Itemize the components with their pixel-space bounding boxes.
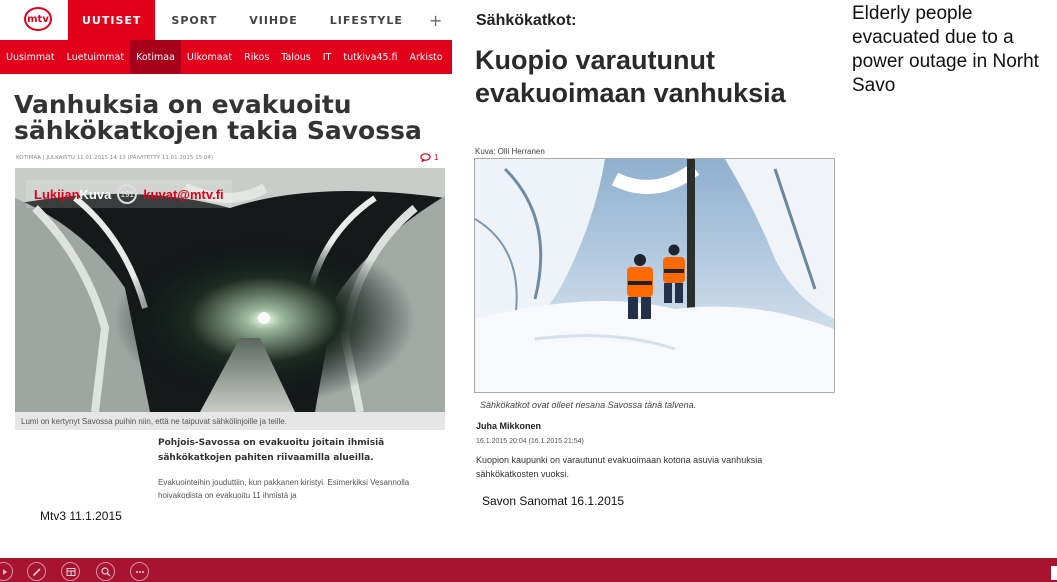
subnav-talous[interactable]: Talous	[275, 40, 316, 74]
comment-count: 1	[434, 153, 439, 162]
ss-article-headline: Kuopio varautunut evakuoimaan vanhuksia	[475, 45, 786, 108]
mtv-sub-nav: Uusimmat Luetuimmat Kotimaa Ulkomaat Rik…	[0, 40, 452, 74]
subnav-more[interactable]: Mi	[449, 40, 452, 74]
subnav-tutkiva45[interactable]: tutkiva45.fi	[337, 40, 403, 74]
reader-photo-watermark: LukijanKuva 191 kuvat@mtv.fi	[26, 180, 232, 208]
english-annotation: Elderly people evacuated due to a power …	[852, 3, 1039, 96]
more-button[interactable]	[130, 562, 149, 581]
ss-article-body: Kuopion kaupunki on varautunut evakuoima…	[476, 455, 763, 479]
comments-link[interactable]: 1	[420, 153, 438, 162]
mtv-article-lead: Pohjois-Savossa on evakuoitu joitain ihm…	[158, 438, 385, 463]
mtv-article-body: Evakuointeihin jouduttiin, kun pakkanen …	[158, 478, 410, 500]
subnav-kotimaa[interactable]: Kotimaa	[130, 40, 181, 74]
slides-icon	[66, 567, 75, 576]
mtv-tabs: UUTISET SPORT VIIHDE LIFESTYLE +	[68, 0, 453, 40]
watermark-email: kuvat@mtv.fi	[143, 186, 224, 202]
watermark-number: 191	[117, 184, 138, 204]
mtv-logo[interactable]: mtv	[24, 7, 52, 31]
subnav-rikos[interactable]: Rikos	[238, 40, 275, 74]
tab-viihde[interactable]: VIIHDE	[233, 0, 314, 40]
watermark-lukijan: Lukijan	[34, 186, 80, 202]
toolbar-corner	[1051, 566, 1057, 580]
subnav-it[interactable]: IT	[317, 40, 338, 74]
subnav-ulkomaat[interactable]: Ulkomaat	[181, 40, 238, 74]
watermark-kuva: Kuva	[79, 186, 112, 202]
mtv-article-meta: KOTIMAA | JULKAISTU 11.01.2015 14:13 (PÄ…	[16, 155, 214, 161]
ss-photo-credit: Kuva: Olli Herranen	[475, 147, 545, 156]
more-icon	[135, 570, 144, 573]
play-icon	[2, 568, 7, 575]
zoom-button[interactable]	[96, 562, 115, 581]
tab-lifestyle[interactable]: LIFESTYLE	[314, 0, 419, 40]
ss-source-label: Savon Sanomat 16.1.2015	[482, 494, 625, 508]
pen-icon	[32, 567, 41, 576]
zoom-icon	[100, 566, 110, 576]
tab-uutiset[interactable]: UUTISET	[68, 0, 156, 40]
ss-kicker: Sähkökatkot:	[476, 12, 577, 29]
add-tab-button[interactable]: +	[419, 0, 453, 40]
mtv-article-headline: Vanhuksia on evakuoitu sähkökatkojen tak…	[14, 90, 422, 145]
slides-button[interactable]	[61, 562, 80, 581]
ss-date: 16.1.2015 20:04 (16.1.2015 21:54)	[476, 438, 584, 445]
ss-article-photo	[474, 158, 835, 393]
comment-icon	[420, 153, 431, 162]
subnav-luetuimmat[interactable]: Luetuimmat	[61, 40, 130, 74]
mtv-photo-caption: Lumi on kertynyt Savossa puihin niin, et…	[15, 412, 445, 430]
subnav-uusimmat[interactable]: Uusimmat	[0, 40, 61, 74]
pen-button[interactable]	[27, 562, 46, 581]
ss-photo-caption: Sähkökatkot ovat olleet riesana Savossa …	[480, 400, 697, 410]
tab-sport[interactable]: SPORT	[155, 0, 233, 40]
ss-author: Juha Mikkonen	[476, 421, 542, 431]
mtv-source-label: Mtv3 11.1.2015	[40, 509, 122, 523]
subnav-arkisto[interactable]: Arkisto	[404, 40, 449, 74]
presentation-toolbar	[0, 558, 1057, 582]
